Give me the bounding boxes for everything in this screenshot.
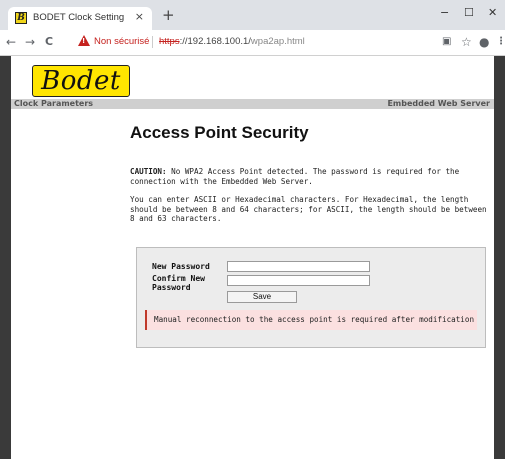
bodet-favicon-icon: B bbox=[15, 12, 27, 24]
maximize-icon[interactable]: ☐ bbox=[464, 6, 474, 19]
page-content: Bodet Clock Parameters Embedded Web Serv… bbox=[11, 56, 494, 459]
window-close-icon[interactable]: ✕ bbox=[488, 6, 497, 19]
address-bar[interactable]: ! Non sécurisé https://192.168.100.1/wpa… bbox=[70, 34, 449, 51]
star-icon[interactable]: ☆ bbox=[461, 35, 472, 49]
menu-icon[interactable]: ⋮ bbox=[496, 35, 505, 49]
page-title: Access Point Security bbox=[130, 123, 309, 142]
caution-paragraph: CAUTION: No WPA2 Access Point detected. … bbox=[130, 167, 492, 186]
url-scheme: https bbox=[159, 36, 180, 47]
reload-icon[interactable]: C bbox=[45, 34, 53, 50]
confirm-password-label-line2: Password bbox=[152, 283, 191, 292]
new-password-input[interactable] bbox=[227, 261, 370, 272]
new-password-label: New Password bbox=[152, 262, 210, 271]
back-icon[interactable]: ← bbox=[6, 34, 16, 50]
new-tab-icon[interactable]: + bbox=[162, 7, 175, 23]
info-paragraph: You can enter ASCII or Hexadecimal chara… bbox=[130, 195, 487, 223]
confirm-password-label-line1: Confirm New bbox=[152, 274, 205, 283]
translate-icon[interactable]: ▣ bbox=[442, 35, 451, 49]
header-strip: Clock Parameters Embedded Web Server bbox=[11, 99, 494, 109]
clock-parameters-label: Clock Parameters bbox=[14, 99, 94, 108]
url-text[interactable]: https://192.168.100.1/wpa2ap.html bbox=[159, 36, 305, 47]
tab-close-icon[interactable]: × bbox=[135, 10, 144, 23]
tab-title: BODET Clock Setting bbox=[33, 12, 125, 23]
caution-text: No WPA2 Access Point detected. The passw… bbox=[130, 167, 460, 186]
url-path: wpa2ap.html bbox=[250, 36, 305, 47]
password-form-panel: New Password Confirm New Password Save M… bbox=[136, 247, 486, 348]
forward-icon[interactable]: → bbox=[25, 34, 35, 50]
address-separator bbox=[152, 36, 153, 48]
reconnection-notice: Manual reconnection to the access point … bbox=[145, 310, 477, 330]
page-background: Bodet Clock Parameters Embedded Web Serv… bbox=[0, 56, 505, 459]
security-label[interactable]: Non sécurisé bbox=[94, 36, 149, 47]
caution-label: CAUTION: bbox=[130, 167, 167, 176]
warning-mark: ! bbox=[82, 37, 86, 45]
save-button[interactable]: Save bbox=[227, 291, 297, 303]
browser-tab-bar: B BODET Clock Setting × + − ☐ ✕ bbox=[0, 0, 505, 30]
account-icon[interactable]: ● bbox=[479, 35, 489, 49]
url-host: ://192.168.100.1/ bbox=[179, 36, 251, 47]
browser-toolbar: ← → C ! Non sécurisé https://192.168.100… bbox=[0, 30, 505, 56]
reconnection-notice-text: Manual reconnection to the access point … bbox=[154, 315, 475, 324]
logo-text: Bodet bbox=[41, 66, 121, 96]
browser-tab[interactable]: B BODET Clock Setting × bbox=[8, 7, 152, 30]
bodet-logo: Bodet bbox=[32, 65, 130, 97]
embedded-web-server-label: Embedded Web Server bbox=[387, 99, 490, 108]
minimize-icon[interactable]: − bbox=[440, 6, 449, 19]
confirm-password-input[interactable] bbox=[227, 275, 370, 286]
